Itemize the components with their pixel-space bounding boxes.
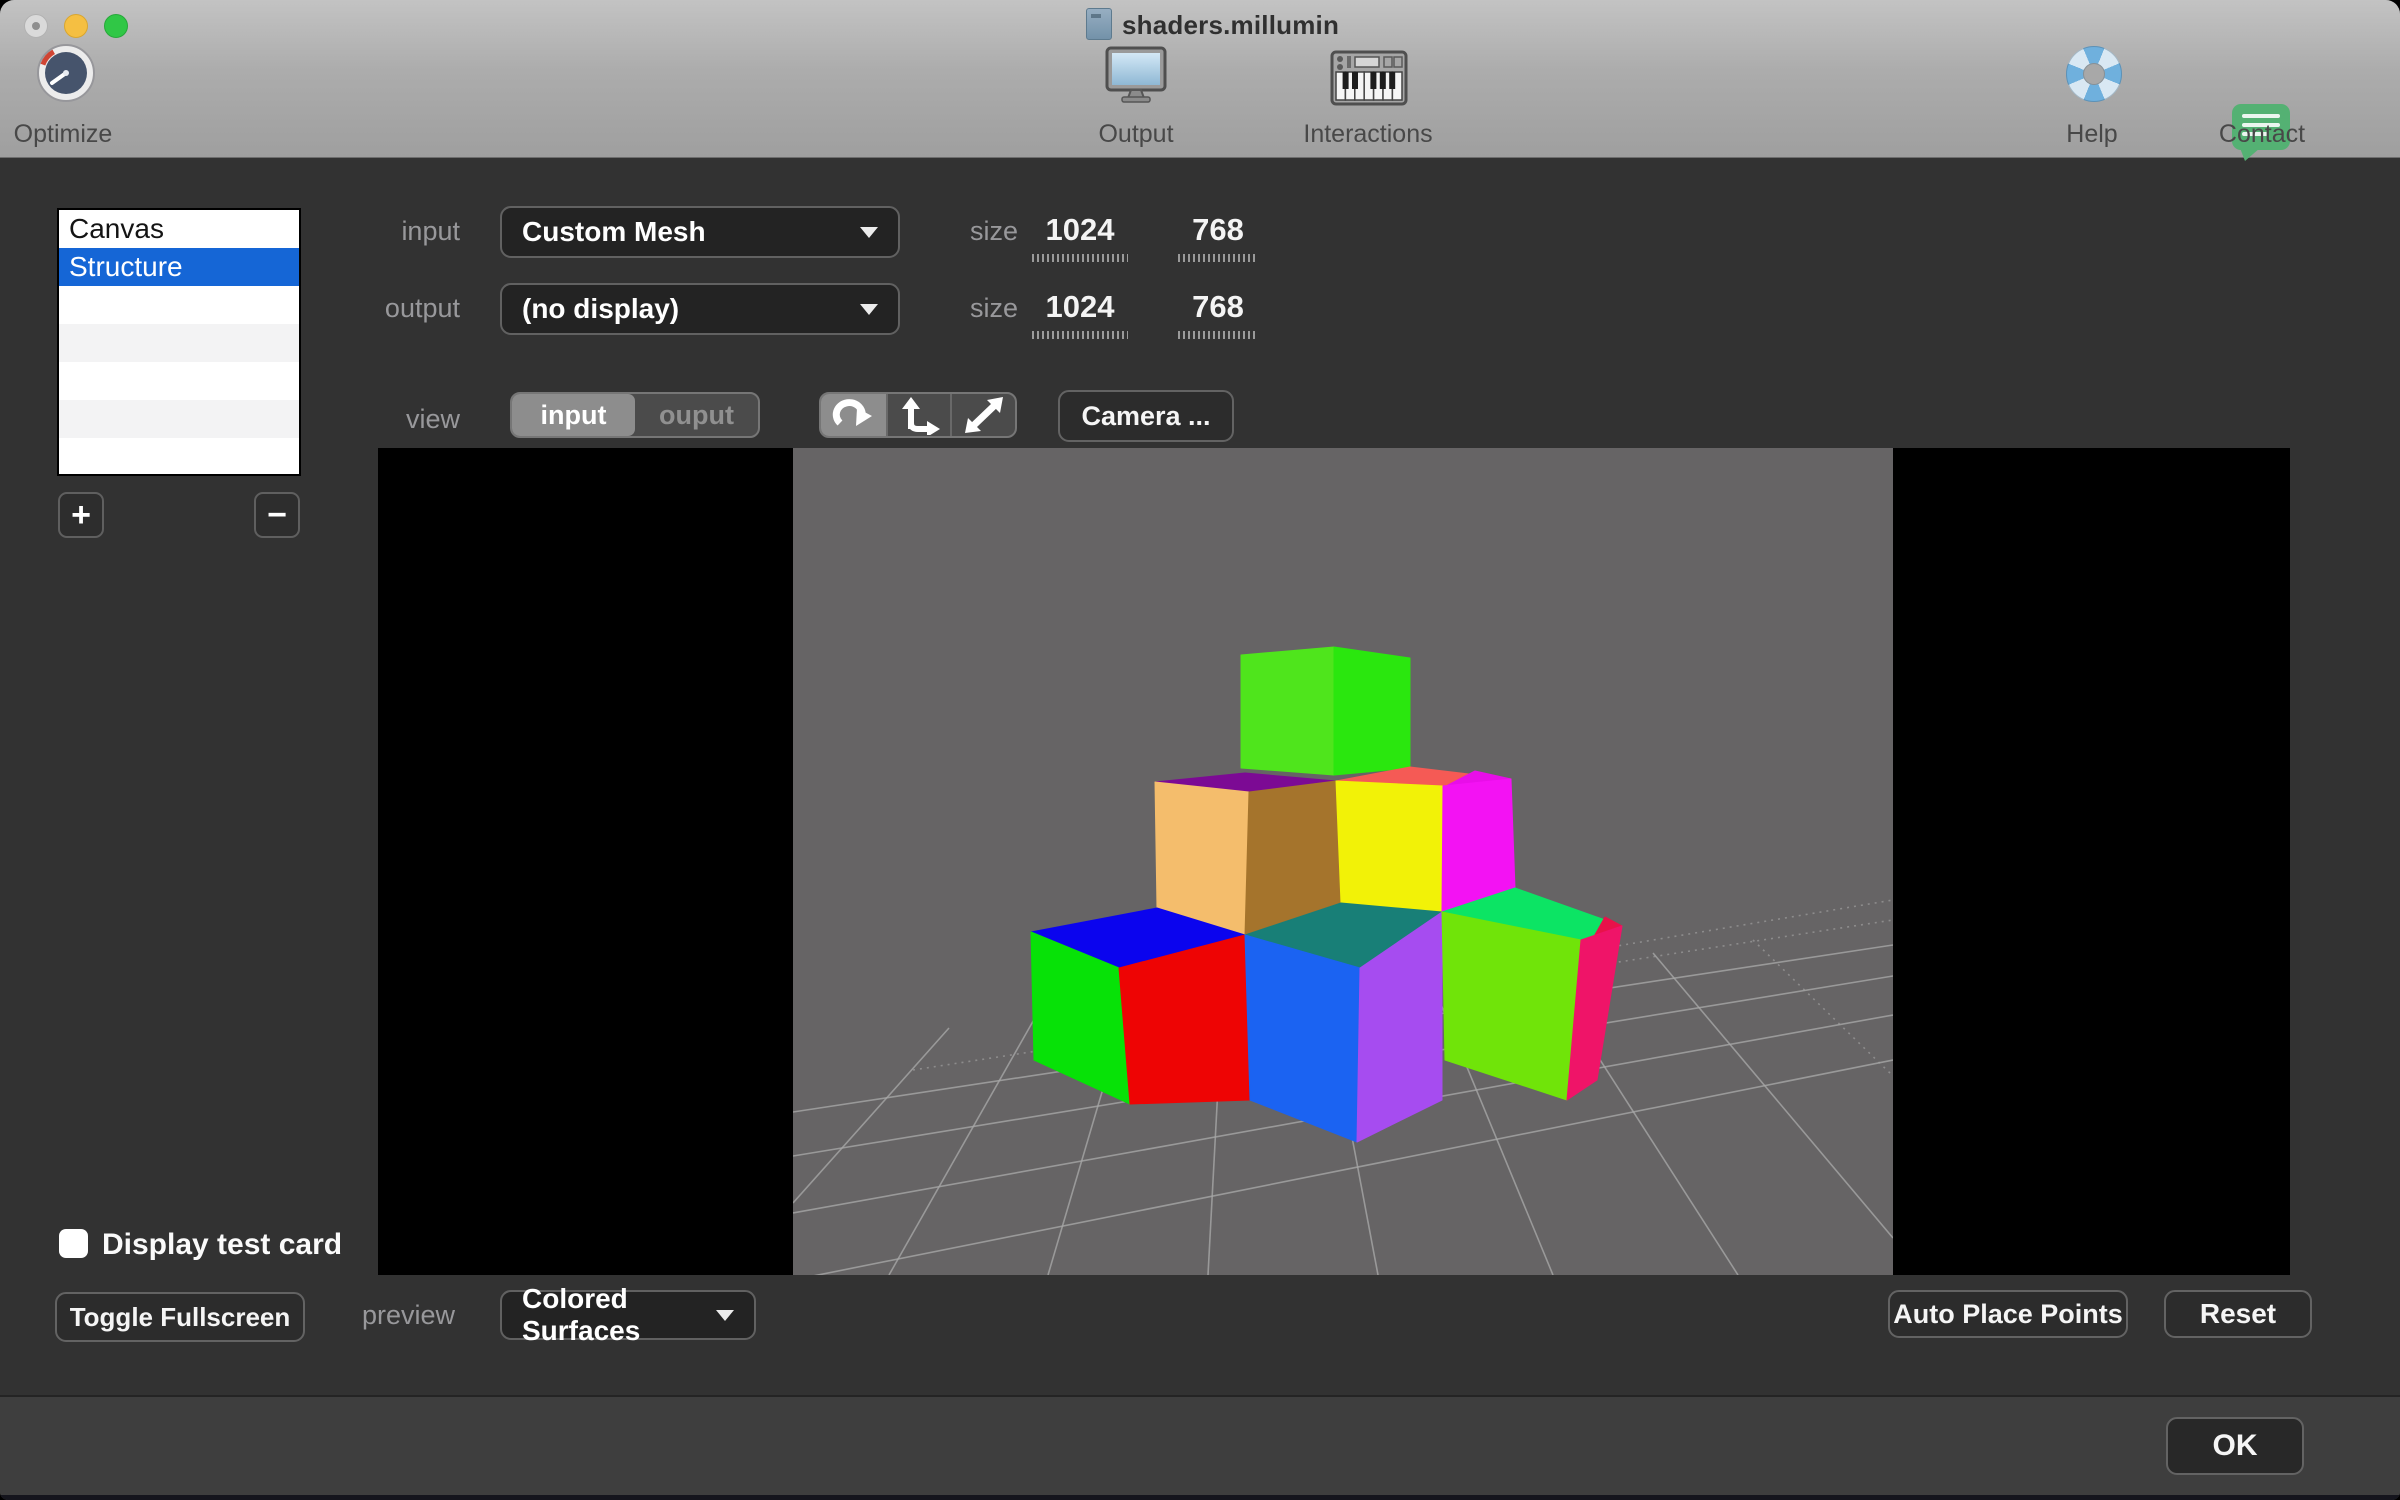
add-layer-button[interactable]: + <box>58 492 104 538</box>
speedometer-icon[interactable] <box>35 42 97 109</box>
lifebuoy-icon[interactable] <box>2066 46 2122 102</box>
window-bottom-edge <box>0 1495 2400 1500</box>
transform-tools <box>819 392 1017 438</box>
preview-letterbox <box>378 448 2290 1275</box>
toolbar-item-help[interactable]: Help <box>2032 120 2152 149</box>
midi-keyboard-icon[interactable] <box>1330 50 1408 111</box>
toggle-fullscreen-button[interactable]: Toggle Fullscreen <box>55 1292 305 1342</box>
input-label: input <box>401 216 460 246</box>
preview-viewport[interactable] <box>793 448 1893 1275</box>
input-dropdown-value: Custom Mesh <box>522 216 706 247</box>
list-item-structure[interactable]: Structure <box>59 248 299 286</box>
reset-button[interactable]: Reset <box>2164 1290 2312 1338</box>
minimize-button[interactable] <box>64 14 88 38</box>
display-icon[interactable] <box>1104 46 1168 109</box>
bottom-right-cube-front-face <box>1441 911 1582 1101</box>
output-height-field[interactable]: 768 <box>1178 289 1258 339</box>
scrubber-hatch <box>1032 331 1128 339</box>
top-cube-right-face <box>1333 646 1411 776</box>
cube-scene <box>793 646 1893 1275</box>
input-size-label: size <box>969 216 1018 246</box>
remove-layer-button[interactable]: − <box>254 492 300 538</box>
output-dropdown[interactable]: (no display) <box>500 283 900 335</box>
input-width-field[interactable]: 1024 <box>1032 212 1128 262</box>
ok-button[interactable]: OK <box>2166 1417 2304 1475</box>
auto-place-points-button[interactable]: Auto Place Points <box>1888 1290 2128 1338</box>
scrubber-hatch <box>1178 331 1258 339</box>
window-chrome: shaders.millumin Optimize Output Interac… <box>0 0 2400 161</box>
list-item-canvas[interactable]: Canvas <box>59 210 299 248</box>
translate-tool-button[interactable] <box>885 394 951 436</box>
translate-icon <box>901 397 940 435</box>
toolbar-item-contact[interactable]: Contact <box>2200 120 2324 149</box>
output-label: output <box>384 293 460 323</box>
list-empty-row <box>59 362 299 400</box>
chevron-down-icon <box>860 303 878 315</box>
preview-mode-dropdown[interactable]: Colored Surfaces <box>500 1283 756 1346</box>
zoom-button[interactable] <box>104 14 128 38</box>
window-title: shaders.millumin <box>1122 10 1340 40</box>
layers-list: Canvas Structure <box>57 208 301 476</box>
bottom-mid-cube-front-face <box>1244 934 1361 1143</box>
toolbar-item-optimize[interactable]: Optimize <box>3 120 123 149</box>
scrubber-hatch <box>1178 254 1258 262</box>
footer-bar: OK <box>0 1395 2400 1500</box>
list-empty-row <box>59 400 299 438</box>
scale-tool-button[interactable] <box>950 394 1015 436</box>
preview-mode-value: Colored Surfaces <box>522 1283 641 1346</box>
top-cube-left-face <box>1240 646 1335 776</box>
scrubber-hatch <box>1032 254 1128 262</box>
list-empty-row <box>59 438 299 474</box>
structure-editor-window: shaders.millumin Optimize Output Interac… <box>0 0 2400 1500</box>
grid-line <box>793 1027 950 1204</box>
view-option-input[interactable]: input <box>512 394 635 436</box>
output-width-field[interactable]: 1024 <box>1032 289 1128 339</box>
scale-icon <box>964 397 1003 433</box>
rotate-tool-button[interactable] <box>821 394 886 436</box>
rotate-icon <box>833 399 873 426</box>
input-height-field[interactable]: 768 <box>1178 212 1258 262</box>
view-segmented-control: input ouput <box>510 392 760 438</box>
chevron-down-icon <box>716 1309 734 1321</box>
display-test-card-checkbox[interactable] <box>59 1229 88 1258</box>
document-icon <box>1086 8 1112 40</box>
list-empty-row <box>59 324 299 362</box>
preview-label: preview <box>361 1300 455 1330</box>
chevron-down-icon <box>860 226 878 238</box>
list-empty-row <box>59 286 299 324</box>
camera-button[interactable]: Camera ... <box>1058 390 1234 442</box>
output-size-label: size <box>969 293 1018 323</box>
display-test-card-label: Display test card <box>102 1228 343 1261</box>
input-dropdown[interactable]: Custom Mesh <box>500 206 900 258</box>
close-button[interactable] <box>24 14 48 38</box>
view-label: view <box>405 404 460 434</box>
toolbar-item-interactions[interactable]: Interactions <box>1290 120 1446 149</box>
output-dropdown-value: (no display) <box>522 293 680 324</box>
view-option-ouput[interactable]: ouput <box>635 394 758 436</box>
toolbar-item-output[interactable]: Output <box>1076 120 1196 149</box>
mid-right-cube-front-face <box>1335 780 1444 913</box>
grid-line <box>1752 939 1893 1077</box>
